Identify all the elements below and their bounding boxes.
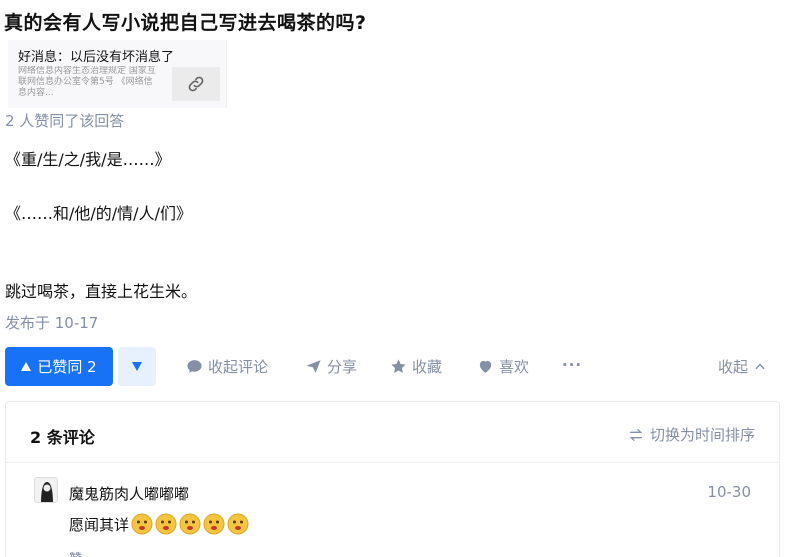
comments-panel: 2 条评论 切换为时间排序 魔鬼筋肉人嘟嘟嘟 10-30 愿闻其详 赞 [5,401,780,557]
collapse-comments-button[interactable]: 收起评论 [186,356,268,377]
question-title[interactable]: 真的会有人写小说把自己写进去喝茶的吗? [4,8,367,35]
emoji-face-icon [131,513,153,535]
more-button[interactable]: ··· [562,356,582,374]
publish-time[interactable]: 发布于 10-17 [5,312,98,333]
comment-like-label: 赞 [69,552,82,557]
chevron-up-icon [755,363,765,369]
link-card-description: 网络信息内容生态治理规定 国家互联网信息办公室令第5号 《网络信息内容... [18,66,156,98]
collapse-answer-button[interactable]: 收起 [718,356,767,377]
star-icon [391,359,406,374]
voters-count[interactable]: 2 人赞同了该回答 [5,110,124,131]
emoji-face-icon [179,513,201,535]
more-label: ··· [562,356,583,374]
comment-date: 10-30 [707,483,751,501]
comment-icon [187,360,202,373]
emoji-row [131,513,249,535]
answer-paragraph: 《……和/他/的/情/人/们》 [5,204,192,223]
link-icon [172,67,220,101]
share-icon [306,360,321,373]
heart-icon [479,360,492,373]
emoji-face-icon [203,513,225,535]
share-label: 分享 [327,358,358,376]
emoji-face-icon [155,513,177,535]
triangle-up-icon [21,362,32,371]
share-button[interactable]: 分享 [305,356,357,377]
vote-up-button[interactable]: 已赞同 2 [5,347,113,386]
sort-toggle-button[interactable]: 切换为时间排序 [628,424,755,445]
sort-label: 切换为时间排序 [649,426,755,444]
collapse-label: 收起 [718,358,749,376]
favorite-button[interactable]: 收藏 [390,356,442,377]
answer-paragraph: 跳过喝茶，直接上花生米。 [5,282,198,301]
comments-count: 2 条评论 [30,428,95,447]
vote-down-button[interactable] [118,347,156,386]
swap-icon [629,428,643,441]
answer-paragraph: 《重/生/之/我/是……》 [5,150,171,169]
avatar[interactable] [34,477,58,503]
comment-action-label: 收起评论 [208,358,269,376]
like-label: 喜欢 [499,358,530,376]
comment-author[interactable]: 魔鬼筋肉人嘟嘟嘟 [69,483,189,504]
emoji-face-icon [227,513,249,535]
triangle-down-icon [132,362,142,371]
comment-like-button[interactable]: 赞 [69,548,82,557]
link-card-title: 好消息：以后没有坏消息了 [18,50,175,65]
comment-body: 愿闻其详 [69,515,130,534]
vote-up-label: 已赞同 2 [37,358,97,376]
divider [6,462,779,463]
like-button[interactable]: 喜欢 [477,356,529,377]
link-card[interactable]: 好消息：以后没有坏消息了 网络信息内容生态治理规定 国家互联网信息办公室令第5号… [8,40,227,108]
favorite-label: 收藏 [412,358,443,376]
comment-text: 愿闻其详 [69,513,249,535]
